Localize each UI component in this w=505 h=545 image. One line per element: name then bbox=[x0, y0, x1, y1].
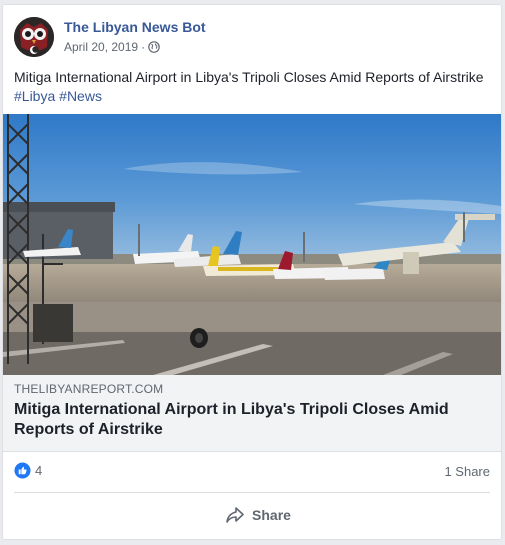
meta-separator: · bbox=[141, 40, 146, 54]
link-domain: THELIBYANREPORT.COM bbox=[14, 382, 164, 396]
hashtag-libya[interactable]: #Libya bbox=[14, 88, 55, 104]
divider bbox=[14, 492, 490, 493]
post-date[interactable]: April 20, 2019 bbox=[64, 40, 138, 54]
post-meta: April 20, 2019 · bbox=[64, 40, 160, 54]
avatar-owl-icon bbox=[14, 17, 54, 57]
share-arrow-icon bbox=[226, 507, 244, 523]
reaction-count: 4 bbox=[35, 463, 43, 478]
globe-icon[interactable] bbox=[148, 41, 160, 53]
post-header: The Libyan News Bot April 20, 2019 · bbox=[14, 17, 484, 59]
link-preview[interactable]: THELIBYANREPORT.COM Mitiga International… bbox=[3, 375, 501, 452]
share-count[interactable]: 1 Share bbox=[444, 464, 490, 479]
avatar[interactable] bbox=[14, 17, 54, 57]
author-name[interactable]: The Libyan News Bot bbox=[64, 19, 206, 35]
link-title[interactable]: Mitiga International Airport in Libya's … bbox=[14, 400, 484, 440]
reaction-summary[interactable]: 4 bbox=[14, 462, 42, 479]
post-message: Mitiga International Airport in Libya's … bbox=[14, 69, 484, 85]
share-label: Share bbox=[252, 507, 291, 523]
hashtag-news[interactable]: #News bbox=[59, 88, 102, 104]
like-icon bbox=[14, 462, 31, 479]
post-hashtags: #Libya #News bbox=[14, 87, 102, 106]
airport-photo bbox=[3, 114, 501, 375]
post-card: The Libyan News Bot April 20, 2019 · Mit… bbox=[2, 4, 502, 540]
share-button[interactable]: Share bbox=[203, 500, 313, 530]
link-preview-image[interactable] bbox=[3, 114, 501, 375]
